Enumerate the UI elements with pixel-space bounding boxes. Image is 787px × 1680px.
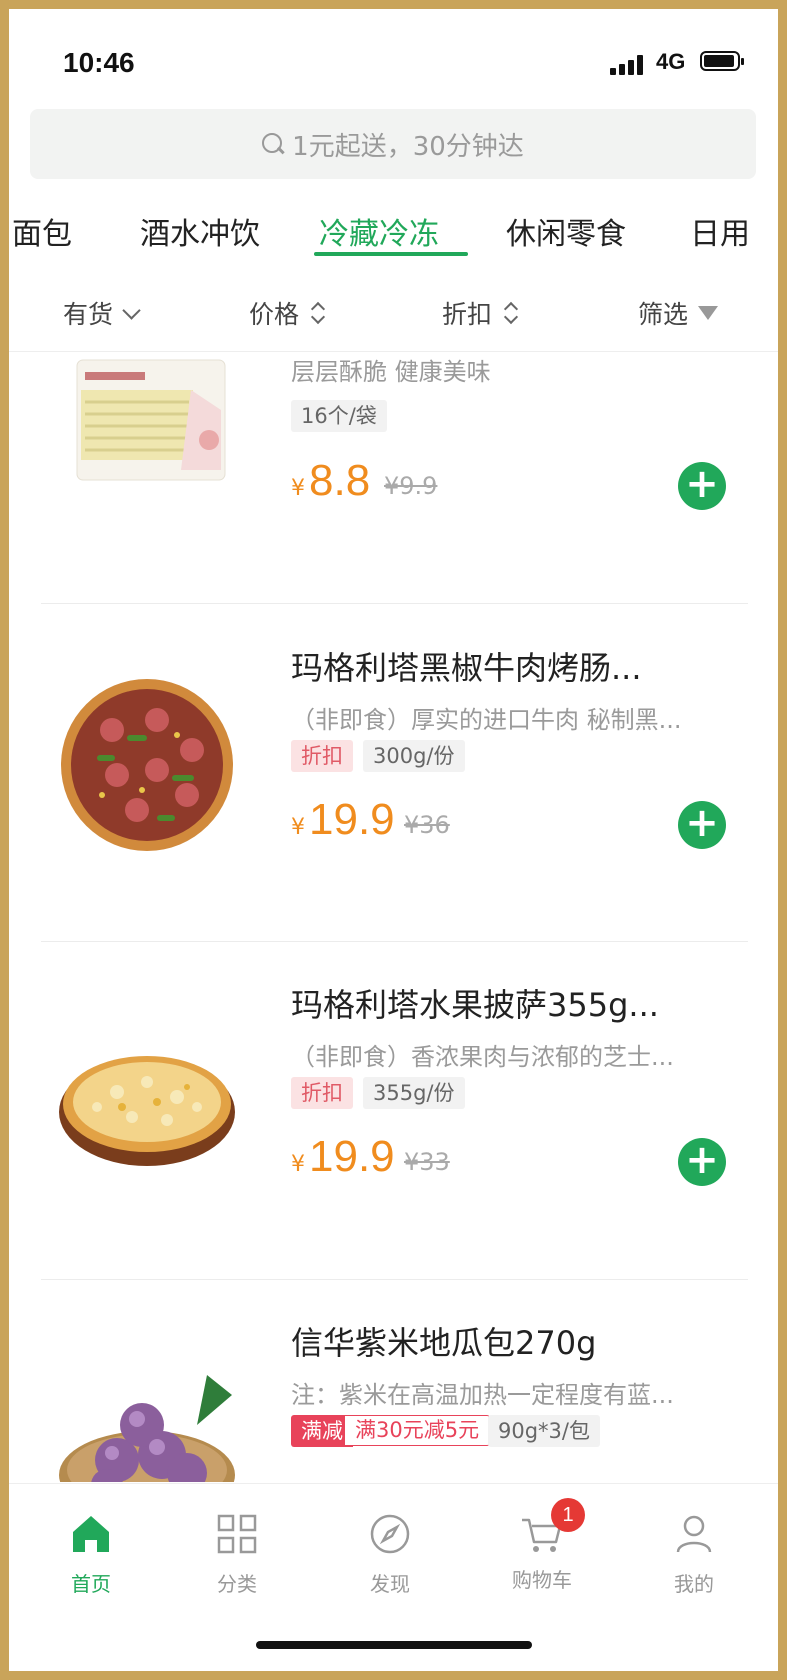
active-tab-indicator bbox=[314, 252, 468, 256]
tabbar-label: 购物车 bbox=[512, 1568, 572, 1592]
product-price: ¥8.8 bbox=[291, 456, 370, 506]
discount-tag: 折扣 bbox=[291, 1077, 353, 1109]
price-value: 8.8 bbox=[309, 456, 371, 505]
status-time: 10:46 bbox=[63, 47, 135, 78]
product-price: ¥19.9 bbox=[291, 795, 395, 845]
product-list: 层层酥脆 健康美味 16个/袋 ¥8.8 ¥9.9 + 玛格利塔黑椒牛肉烤肠..… bbox=[9, 352, 778, 1482]
price-value: 19.9 bbox=[309, 795, 395, 844]
spec-tag: 355g/份 bbox=[363, 1077, 465, 1109]
divider bbox=[41, 603, 748, 604]
currency-symbol: ¥ bbox=[291, 815, 305, 840]
tabbar-item-cart[interactable]: 1 购物车 bbox=[497, 1498, 587, 1593]
filter-in-stock[interactable]: 有货 bbox=[63, 295, 141, 331]
tabbar-item-category[interactable]: 分类 bbox=[192, 1512, 282, 1597]
product-title: 玛格利塔黑椒牛肉烤肠... bbox=[291, 649, 642, 687]
product-price: ¥19.9 bbox=[291, 1132, 395, 1182]
original-price: ¥33 bbox=[404, 1148, 450, 1176]
product-image bbox=[59, 1056, 235, 1166]
tab-drinks[interactable]: 酒水冲饮 bbox=[140, 209, 260, 253]
product-title: 信华紫米地瓜包270g bbox=[291, 1324, 597, 1362]
product-title: 玛格利塔水果披萨355g... bbox=[291, 986, 659, 1024]
tabbar-item-home[interactable]: 首页 bbox=[46, 1512, 136, 1597]
spec-tag: 90g*3/包 bbox=[488, 1415, 600, 1447]
discount-tag: 折扣 bbox=[291, 740, 353, 772]
product-card[interactable]: 玛格利塔水果披萨355g... （非即食）香浓果肉与浓郁的芝士... 折扣 35… bbox=[9, 942, 778, 1280]
filter-in-stock-label: 有货 bbox=[63, 300, 114, 329]
product-desc: 层层酥脆 健康美味 bbox=[291, 358, 491, 386]
compass-icon bbox=[370, 1514, 410, 1554]
cart-icon-wrap: 1 bbox=[520, 1498, 585, 1556]
home-indicator[interactable] bbox=[256, 1641, 532, 1649]
status-bar: 10:46 4G bbox=[9, 9, 778, 109]
filter-bar: 有货 价格 折扣 筛选 bbox=[9, 271, 778, 352]
spec-tag: 300g/份 bbox=[363, 740, 465, 772]
filter-advanced[interactable]: 筛选 bbox=[638, 295, 719, 331]
tabbar-label: 发现 bbox=[370, 1572, 410, 1596]
product-desc: （非即食）厚实的进口牛肉 秘制黑... bbox=[291, 706, 682, 734]
original-price: ¥36 bbox=[404, 811, 450, 839]
tabbar-label: 分类 bbox=[217, 1572, 257, 1596]
phone-screen: 10:46 4G 1元起送，30分钟达 面包 酒水冲饮 冷藏冷冻 休闲零食 日用… bbox=[9, 9, 778, 1671]
tab-bread[interactable]: 面包 bbox=[12, 209, 72, 253]
search-icon bbox=[262, 133, 284, 155]
search-bar[interactable]: 1元起送，30分钟达 bbox=[30, 109, 756, 179]
filter-price-label: 价格 bbox=[249, 300, 300, 329]
tabbar-label: 我的 bbox=[674, 1572, 714, 1596]
price-value: 19.9 bbox=[309, 1132, 395, 1181]
spec-tag: 16个/袋 bbox=[291, 400, 387, 432]
check-chevron-icon bbox=[122, 300, 141, 320]
tab-daily[interactable]: 日用 bbox=[690, 209, 750, 253]
promo-detail-tag: 满30元减5元 bbox=[344, 1415, 491, 1446]
signal-icon bbox=[610, 53, 650, 75]
network-label: 4G bbox=[656, 49, 686, 74]
tabbar-item-discover[interactable]: 发现 bbox=[345, 1512, 435, 1597]
search-placeholder: 1元起送，30分钟达 bbox=[292, 131, 524, 162]
home-icon bbox=[73, 1516, 109, 1552]
user-icon bbox=[676, 1515, 712, 1553]
filter-discount-label: 折扣 bbox=[442, 300, 493, 329]
product-card[interactable]: 玛格利塔黑椒牛肉烤肠... （非即食）厚实的进口牛肉 秘制黑... 折扣 300… bbox=[9, 605, 778, 921]
filter-icon bbox=[698, 306, 719, 320]
filter-discount[interactable]: 折扣 bbox=[442, 295, 518, 331]
grid-icon bbox=[217, 1514, 257, 1554]
tab-frozen[interactable]: 冷藏冷冻 bbox=[319, 209, 439, 253]
battery-icon bbox=[700, 51, 744, 71]
cart-badge: 1 bbox=[551, 1498, 585, 1532]
add-to-cart-button[interactable]: + bbox=[678, 462, 726, 510]
tabbar-item-mine[interactable]: 我的 bbox=[649, 1512, 739, 1597]
original-price: ¥9.9 bbox=[384, 472, 438, 500]
tab-snacks[interactable]: 休闲零食 bbox=[506, 209, 626, 253]
sort-icon bbox=[504, 302, 518, 324]
add-to-cart-button[interactable]: + bbox=[678, 801, 726, 849]
add-to-cart-button[interactable]: + bbox=[678, 1138, 726, 1186]
product-image bbox=[76, 359, 226, 481]
product-card[interactable]: 信华紫米地瓜包270g 注：紫米在高温加热一定程度有蓝... 满减 满30元减5… bbox=[9, 1280, 778, 1482]
currency-symbol: ¥ bbox=[291, 1152, 305, 1177]
product-image bbox=[61, 679, 233, 851]
tabbar-label: 首页 bbox=[71, 1572, 111, 1596]
sort-icon bbox=[311, 302, 325, 324]
product-desc: （非即食）香浓果肉与浓郁的芝士... bbox=[291, 1043, 674, 1071]
filter-price[interactable]: 价格 bbox=[249, 295, 325, 331]
product-card[interactable]: 层层酥脆 健康美味 16个/袋 ¥8.8 ¥9.9 + bbox=[9, 352, 778, 580]
filter-advanced-label: 筛选 bbox=[638, 300, 689, 329]
category-tabs: 面包 酒水冲饮 冷藏冷冻 休闲零食 日用 bbox=[9, 189, 778, 269]
product-image bbox=[59, 1375, 235, 1482]
currency-symbol: ¥ bbox=[291, 476, 305, 501]
product-desc: 注：紫米在高温加热一定程度有蓝... bbox=[291, 1381, 674, 1409]
